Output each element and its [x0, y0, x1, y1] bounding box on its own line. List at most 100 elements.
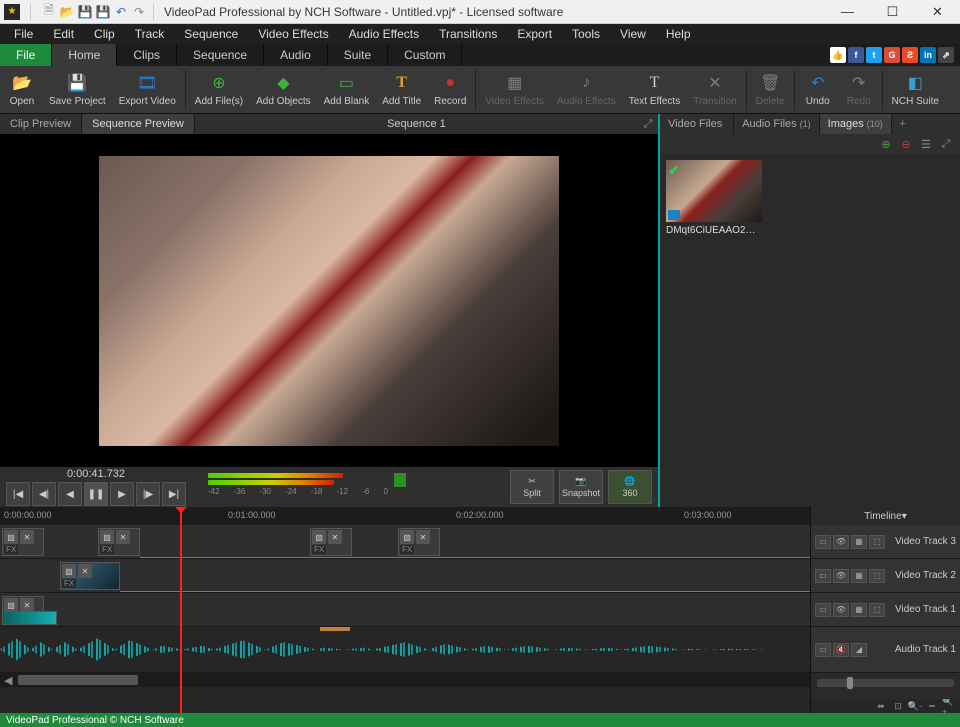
video-track-2-row[interactable]: ▨✕FX [0, 559, 810, 593]
ribbon-tab-home[interactable]: Home [52, 44, 117, 66]
twitter-icon[interactable]: t [866, 47, 882, 63]
menu-help[interactable]: Help [656, 25, 701, 43]
bin-item[interactable]: ✔ DMqt6CiUEAAO2ET.jpg [666, 160, 762, 236]
zoom-in-icon[interactable]: 🔍+ [942, 700, 956, 712]
save-icon[interactable]: 💾 [77, 4, 93, 20]
close-button[interactable]: ✕ [915, 0, 960, 24]
track-solo-icon[interactable]: ▭ [815, 569, 831, 583]
track-solo-icon[interactable]: ▭ [815, 643, 831, 657]
rewind-button[interactable]: ◀ [58, 482, 82, 506]
timeline-clip[interactable] [2, 611, 57, 625]
maximize-button[interactable]: ☐ [870, 0, 915, 24]
menu-view[interactable]: View [610, 25, 656, 43]
track-solo-icon[interactable]: ▭ [815, 535, 831, 549]
transition-button[interactable]: ✕Transition [687, 70, 743, 109]
timeline-ruler[interactable]: 0:00:00.000 0:01:00.000 0:02:00.000 0:03… [0, 507, 810, 525]
track-eye-icon[interactable]: 👁 [833, 569, 849, 583]
timeline-clip[interactable]: ▨✕FX [2, 528, 44, 556]
scroll-left-icon[interactable]: ◀ [0, 674, 16, 687]
track-fx-icon[interactable]: ⬚ [869, 535, 885, 549]
tab-sequence-preview[interactable]: Sequence Preview [82, 114, 195, 134]
new-icon[interactable]: 🗎 [41, 4, 57, 20]
tab-clip-preview[interactable]: Clip Preview [0, 114, 82, 134]
menu-track[interactable]: Track [125, 25, 175, 43]
save-project-button[interactable]: 💾Save Project [43, 70, 112, 109]
tab-images[interactable]: Images(10) [820, 114, 892, 134]
google-icon[interactable]: G [884, 47, 900, 63]
prev-frame-button[interactable]: ◀| [32, 482, 56, 506]
menu-file[interactable]: File [4, 25, 43, 43]
video-track-3-row[interactable]: ▨✕FX ▨✕FX ▨✕FX ▨✕FX [0, 525, 810, 559]
ribbon-tab-custom[interactable]: Custom [388, 44, 462, 66]
track-lock-icon[interactable]: ▦ [851, 569, 867, 583]
delete-button[interactable]: 🗑Delete [750, 70, 791, 109]
timeline-clip[interactable]: ▨✕FX [60, 562, 120, 590]
minimize-button[interactable]: — [825, 0, 870, 24]
add-blank-button[interactable]: ▭Add Blank [318, 70, 376, 109]
ribbon-tab-suite[interactable]: Suite [328, 44, 388, 66]
undo-button[interactable]: ↶Undo [798, 70, 838, 109]
audio-track-1-row[interactable] [0, 627, 810, 673]
track-lock-icon[interactable]: ▦ [851, 603, 867, 617]
linkedin-icon[interactable]: in [920, 47, 936, 63]
snap-icon[interactable]: ⬌ [874, 700, 888, 712]
undo-icon[interactable]: ↶ [113, 4, 129, 20]
menu-transitions[interactable]: Transitions [429, 25, 507, 43]
scrollbar-thumb[interactable] [18, 675, 138, 685]
track-header[interactable]: ▭👁▦⬚ Video Track 3 [811, 525, 960, 559]
preview-canvas[interactable] [0, 134, 658, 467]
menu-edit[interactable]: Edit [43, 25, 84, 43]
menu-clip[interactable]: Clip [84, 25, 125, 43]
ribbon-tab-file[interactable]: File [0, 44, 52, 66]
record-button[interactable]: ●Record [428, 70, 472, 109]
bin-delete-icon[interactable]: ⊖ [898, 136, 914, 152]
play-pause-button[interactable]: ❚❚ [84, 482, 108, 506]
ribbon-tab-clips[interactable]: Clips [117, 44, 177, 66]
bin-add-icon[interactable]: ⊕ [878, 136, 894, 152]
timeline-clip[interactable]: ▨✕FX [310, 528, 352, 556]
timeline-mode-label[interactable]: Timeline ▾ [811, 507, 960, 525]
facebook-icon[interactable]: f [848, 47, 864, 63]
export-video-button[interactable]: 🎞Export Video [113, 70, 182, 109]
goto-start-button[interactable]: |◀ [6, 482, 30, 506]
track-mute-icon[interactable]: 🔇 [833, 643, 849, 657]
track-fx-icon[interactable]: ⬚ [869, 569, 885, 583]
next-frame-button[interactable]: |▶ [136, 482, 160, 506]
zoom-slider[interactable]: ━ [925, 700, 939, 712]
timeline-clip[interactable]: ▨✕FX [398, 528, 440, 556]
track-fx-icon[interactable]: ⬚ [869, 603, 885, 617]
audio-effects-button[interactable]: ♪Audio Effects [551, 70, 622, 109]
track-eye-icon[interactable]: 👁 [833, 603, 849, 617]
redo-icon[interactable]: ↷ [131, 4, 147, 20]
open-icon[interactable]: 📂 [59, 4, 75, 20]
track-eye-icon[interactable]: 👁 [833, 535, 849, 549]
menu-tools[interactable]: Tools [562, 25, 610, 43]
timeline-clip[interactable]: ▨✕FX [98, 528, 140, 556]
zoom-fit-icon[interactable]: ⊡ [891, 700, 905, 712]
forward-button[interactable]: ▶ [110, 482, 134, 506]
add-objects-button[interactable]: ◆Add Objects [250, 70, 316, 109]
volume-slider[interactable] [817, 679, 954, 687]
split-button[interactable]: ✂Split [510, 470, 554, 504]
save-as-icon[interactable]: 💾 [95, 4, 111, 20]
track-vol-icon[interactable]: ◢ [851, 643, 867, 657]
video-track-1-row[interactable]: ▨✕FX [0, 593, 810, 627]
tab-video-files[interactable]: Video Files [660, 114, 734, 134]
share-icon[interactable]: ⇗ [938, 47, 954, 63]
bin-content[interactable]: ✔ DMqt6CiUEAAO2ET.jpg [660, 154, 960, 507]
stumble-icon[interactable]: Ƨ [902, 47, 918, 63]
playhead[interactable] [180, 507, 182, 713]
ribbon-tab-audio[interactable]: Audio [264, 44, 328, 66]
track-header[interactable]: ▭👁▦⬚ Video Track 2 [811, 559, 960, 593]
add-tab-button[interactable]: + [892, 114, 914, 134]
timeline-tracks-area[interactable]: 0:00:00.000 0:01:00.000 0:02:00.000 0:03… [0, 507, 810, 713]
open-button[interactable]: 📂Open [2, 70, 42, 109]
bin-popout-icon[interactable]: ⤢ [938, 136, 954, 152]
track-header[interactable]: ▭🔇◢ Audio Track 1 [811, 627, 960, 673]
redo-button[interactable]: ↷Redo [839, 70, 879, 109]
menu-video-effects[interactable]: Video Effects [248, 25, 338, 43]
ribbon-tab-sequence[interactable]: Sequence [177, 44, 264, 66]
zoom-out-icon[interactable]: 🔍- [908, 700, 922, 712]
360-button[interactable]: 🌐360 [608, 470, 652, 504]
tab-audio-files[interactable]: Audio Files(1) [734, 114, 819, 134]
